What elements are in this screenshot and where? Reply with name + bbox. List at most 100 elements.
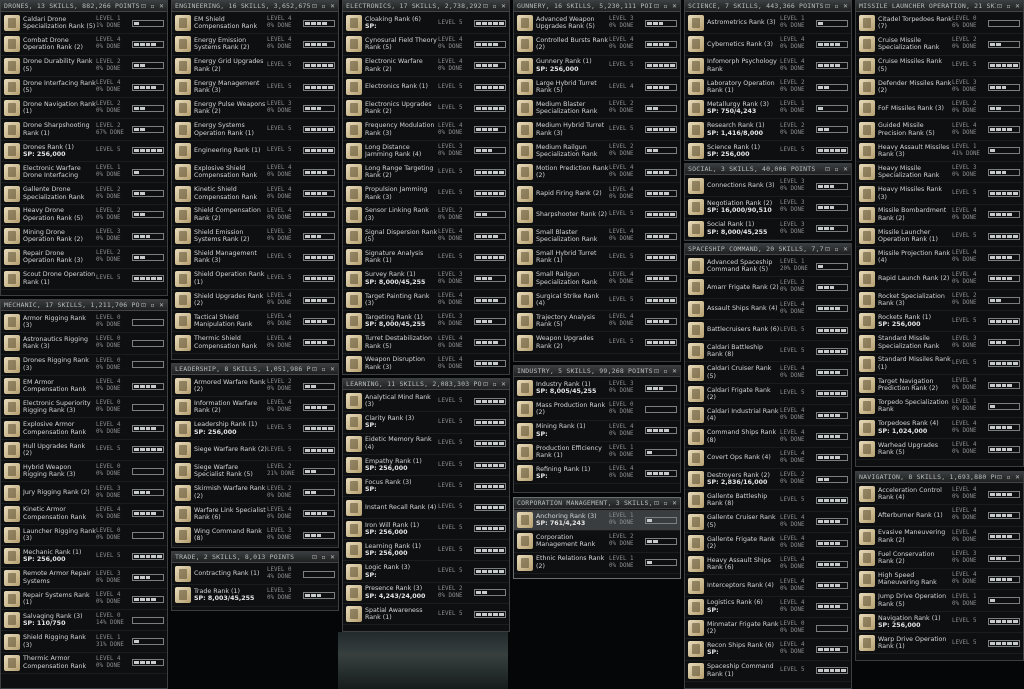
- skill-row[interactable]: Shield Management Rank (3) LEVEL 5: [172, 247, 338, 269]
- skill-row[interactable]: Heavy Missile Specialization Rank LEVEL 3…: [856, 162, 1023, 184]
- minimize-icon[interactable]: ▫: [662, 3, 669, 10]
- skill-row[interactable]: Weapon Disruption Rank (3) LEVEL 4 0% DONE: [343, 354, 509, 374]
- pin-icon[interactable]: ⊡: [653, 368, 660, 375]
- skill-row[interactable]: Iron Will Rank (1) SP: 256,000 LEVEL 5: [343, 519, 509, 541]
- skill-row[interactable]: Survey Rank (1) SP: 8,000/45,255 LEVEL 3 0%…: [343, 269, 509, 290]
- skill-row[interactable]: Missile Projection Rank (4) LEVEL 4 0% DON…: [856, 247, 1023, 269]
- skill-row[interactable]: Shield Emission Systems Rank (2) LEVEL 30…: [172, 226, 338, 248]
- skill-row[interactable]: Warp Drive Operation Rank (1) LEVEL 5: [856, 633, 1023, 655]
- skill-window-electronics[interactable]: ELECTRONICS, 17 SKILLS, 2,738,292 PO ⊡ ▫ ✕ C…: [342, 0, 510, 375]
- skill-row[interactable]: EM Shield Compensation Rank LEVEL 4 0% DON…: [172, 13, 338, 35]
- window-titlebar[interactable]: NAVIGATION, 8 SKILLS, 1,693,880 POIN ⊡ ▫ ✕: [856, 472, 1023, 483]
- skill-row[interactable]: Caldari Battleship Rank (8) LEVEL 5: [685, 341, 851, 363]
- window-titlebar[interactable]: ENGINEERING, 16 SKILLS, 3,652,675 PO ⊡ ▫ ✕: [172, 1, 338, 12]
- skill-window-mechanic[interactable]: MECHANIC, 17 SKILLS, 1,211,706 POIN ⊡ ▫ ✕ Ar…: [0, 299, 168, 689]
- window-titlebar[interactable]: ELECTRONICS, 17 SKILLS, 2,738,292 PO ⊡ ▫ ✕: [343, 1, 509, 12]
- skill-row[interactable]: Acceleration Control Rank (4) LEVEL 4 0% D…: [856, 484, 1023, 506]
- minimize-icon[interactable]: ▫: [149, 302, 156, 309]
- skill-row[interactable]: Turret Destabilization Rank (5) LEVEL 4 0%…: [343, 332, 509, 354]
- skill-row[interactable]: Connections Rank (3) LEVEL 3 0% DONE: [685, 176, 851, 198]
- skill-row[interactable]: Corporation Management Rank LEVEL 2 0% DON…: [514, 531, 680, 553]
- skill-window-science[interactable]: SCIENCE, 7 SKILLS, 443,366 POINTS ⊡ ▫ ✕ Astr…: [684, 0, 852, 161]
- skill-row[interactable]: Siege Warfare Specialist Rank (5) LEVEL 2…: [172, 461, 338, 483]
- skill-row[interactable]: Salvaging Rank (3) SP: 110/750 LEVEL 0 14% …: [1, 610, 167, 632]
- skill-row[interactable]: Surgical Strike Rank (4) LEVEL 5: [514, 290, 680, 312]
- close-icon[interactable]: ✕: [158, 302, 165, 309]
- close-icon[interactable]: ✕: [329, 3, 336, 10]
- skill-row[interactable]: Drone Navigation Rank (1) LEVEL 2 0% DONE: [1, 98, 167, 120]
- skill-row[interactable]: Navigation Rank (1) SP: 256,000 LEVEL 5: [856, 612, 1023, 634]
- close-icon[interactable]: ✕: [1014, 474, 1021, 481]
- skill-window-trade[interactable]: TRADE, 2 SKILLS, 8,013 POINTS ⊡ ▫ ✕ Contract…: [171, 551, 339, 611]
- skill-row[interactable]: Logic Rank (3) SP: LEVEL 5: [343, 561, 509, 583]
- skill-row[interactable]: Command Ships Rank (8) LEVEL 4 0% DONE: [685, 426, 851, 448]
- skill-window-missile[interactable]: MISSILE LAUNCHER OPERATION, 21 SKIL ⊡ ▫ ✕ Ci…: [855, 0, 1024, 467]
- window-titlebar[interactable]: LEADERSHIP, 8 SKILLS, 1,051,986 POIN ⊡ ▫ ✕: [172, 364, 338, 375]
- skill-row[interactable]: EM Armor Compensation Rank LEVEL 4 0% DONE: [1, 376, 167, 398]
- window-titlebar[interactable]: SPACESHIP COMMAND, 20 SKILLS, 7,73 ⊡ ▫ ✕: [685, 244, 851, 255]
- skill-row[interactable]: FoF Missiles Rank (3) LEVEL 2 0% DONE: [856, 98, 1023, 120]
- skill-row[interactable]: Gunnery Rank (1) SP: 256,000 LEVEL 5: [514, 56, 680, 77]
- skill-row[interactable]: Advanced Spaceship Command Rank (5) LEVEL…: [685, 256, 851, 278]
- skill-row[interactable]: Engineering Rank (1) LEVEL 5: [172, 141, 338, 163]
- skill-row[interactable]: Warhead Upgrades Rank (5) LEVEL 4 0% DONE: [856, 439, 1023, 461]
- skill-window-industry[interactable]: INDUSTRY, 5 SKILLS, 99,268 POINTS ⊡ ▫ ✕ Indu…: [513, 365, 681, 493]
- pin-icon[interactable]: ⊡: [996, 3, 1003, 10]
- skill-row[interactable]: Sensor Linking Rank (3) LEVEL 2 0% DONE: [343, 205, 509, 226]
- skill-row[interactable]: Defender Missiles Rank (2) LEVEL 3 0% DONE: [856, 77, 1023, 99]
- skill-row[interactable]: Mining Rank (1) SP: LEVEL 4 0% DONE: [514, 421, 680, 442]
- minimize-icon[interactable]: ▫: [833, 166, 840, 173]
- skill-row[interactable]: Small Hybrid Turret Rank (1) LEVEL 5: [514, 247, 680, 269]
- skill-row[interactable]: Small Blaster Specialization Rank LEVEL 4…: [514, 226, 680, 248]
- skill-row[interactable]: Hybrid Weapon Rigging Rank (3) LEVEL 0 0% …: [1, 461, 167, 483]
- skill-row[interactable]: Trajectory Analysis Rank (5) LEVEL 4 0% DO…: [514, 311, 680, 333]
- skill-row[interactable]: Cruise Missile Specialization Rank LEVEL …: [856, 34, 1023, 56]
- minimize-icon[interactable]: ▫: [662, 500, 669, 507]
- skill-row[interactable]: Cynosural Field Theory Rank (5) LEVEL 4 0%…: [343, 34, 509, 56]
- skill-row[interactable]: Repair Drone Operation Rank (3) LEVEL 2 0%…: [1, 247, 167, 269]
- skill-window-leadership[interactable]: LEADERSHIP, 8 SKILLS, 1,051,986 POIN ⊡ ▫ ✕ A…: [171, 363, 339, 548]
- skill-row[interactable]: Thermic Armor Compensation Rank LEVEL 4 0%…: [1, 653, 167, 675]
- skill-window-learning[interactable]: LEARNING, 11 SKILLS, 2,083,303 POIN ⊡ ▫ ✕ An…: [342, 378, 510, 632]
- window-titlebar[interactable]: SCIENCE, 7 SKILLS, 443,366 POINTS ⊡ ▫ ✕: [685, 1, 851, 12]
- skill-row[interactable]: Drone Durability Rank (5) LEVEL 2 0% DONE: [1, 56, 167, 77]
- minimize-icon[interactable]: ▫: [662, 368, 669, 375]
- close-icon[interactable]: ✕: [671, 3, 678, 10]
- close-icon[interactable]: ✕: [671, 368, 678, 375]
- close-icon[interactable]: ✕: [671, 500, 678, 507]
- skill-row[interactable]: Citadel Torpedoes Rank (7) LEVEL 0 6% DONE: [856, 13, 1023, 35]
- skill-row[interactable]: Presence Rank (3) SP: 4,243/24,000 LEVEL 2…: [343, 583, 509, 604]
- close-icon[interactable]: ✕: [842, 3, 849, 10]
- skill-row[interactable]: Propulsion Jamming Rank (3) LEVEL 5: [343, 183, 509, 205]
- skill-window-corpmgmt[interactable]: CORPORATION MANAGEMENT, 3 SKILLS, ⊡ ▫ ✕ Anch…: [513, 497, 681, 579]
- window-titlebar[interactable]: MECHANIC, 17 SKILLS, 1,211,706 POIN ⊡ ▫ ✕: [1, 300, 167, 311]
- skill-row[interactable]: Amarr Frigate Rank (2) LEVEL 3 0% DONE: [685, 277, 851, 299]
- skill-row[interactable]: Weapon Upgrades Rank (2) LEVEL 5: [514, 332, 680, 354]
- skill-row[interactable]: Fuel Conservation Rank (2) LEVEL 3 0% DONE: [856, 548, 1023, 570]
- skill-row[interactable]: Caldari Drone Specialization Rank (5) LEV…: [1, 13, 167, 35]
- skill-row[interactable]: Focus Rank (3) SP: LEVEL 5: [343, 476, 509, 498]
- skill-row[interactable]: Rapid Firing Rank (2) LEVEL 4 0% DONE: [514, 183, 680, 205]
- skill-row[interactable]: Electronics Rank (1) LEVEL 5: [343, 77, 509, 99]
- skill-row[interactable]: Assault Ships Rank (4) LEVEL 4 0% DONE: [685, 299, 851, 320]
- skill-row[interactable]: Signal Dispersion Rank (5) LEVEL 4 0% DONE: [343, 226, 509, 248]
- pin-icon[interactable]: ⊡: [140, 302, 147, 309]
- skill-row[interactable]: Target Navigation Prediction Rank (2) LEV…: [856, 375, 1023, 397]
- skill-row[interactable]: Refining Rank (1) SP: LEVEL 4 0% DONE: [514, 463, 680, 485]
- skill-row[interactable]: Siege Warfare Rank (2) LEVEL 5: [172, 440, 338, 462]
- skill-row[interactable]: Caldari Cruiser Rank (5) LEVEL 4 0% DONE: [685, 362, 851, 384]
- skill-row[interactable]: Destroyers Rank (2) SP: 2,836/16,000 LEVEL…: [685, 469, 851, 491]
- skill-row[interactable]: Armored Warfare Rank (2) LEVEL 2 0% DONE: [172, 376, 338, 398]
- skill-window-spaceship[interactable]: SPACESHIP COMMAND, 20 SKILLS, 7,73 ⊡ ▫ ✕ Adv…: [684, 243, 852, 689]
- skill-row[interactable]: Thermic Shield Compensation Rank LEVEL 40…: [172, 332, 338, 354]
- window-titlebar[interactable]: LEARNING, 11 SKILLS, 2,083,303 POIN ⊡ ▫ ✕: [343, 379, 509, 390]
- pin-icon[interactable]: ⊡: [996, 474, 1003, 481]
- skill-row[interactable]: Production Efficiency Rank (1) LEVEL 1 0% …: [514, 442, 680, 464]
- skill-row[interactable]: Rapid Launch Rank (2) LEVEL 4 0% DONE: [856, 269, 1023, 290]
- window-titlebar[interactable]: INDUSTRY, 5 SKILLS, 99,268 POINTS ⊡ ▫ ✕: [514, 366, 680, 377]
- pin-icon[interactable]: ⊡: [311, 554, 318, 561]
- close-icon[interactable]: ✕: [329, 366, 336, 373]
- skill-row[interactable]: Cloaking Rank (6) SP: LEVEL 5: [343, 13, 509, 35]
- pin-icon[interactable]: ⊡: [311, 366, 318, 373]
- skill-row[interactable]: Frequency Modulation Rank (3) LEVEL 4 0% D…: [343, 119, 509, 141]
